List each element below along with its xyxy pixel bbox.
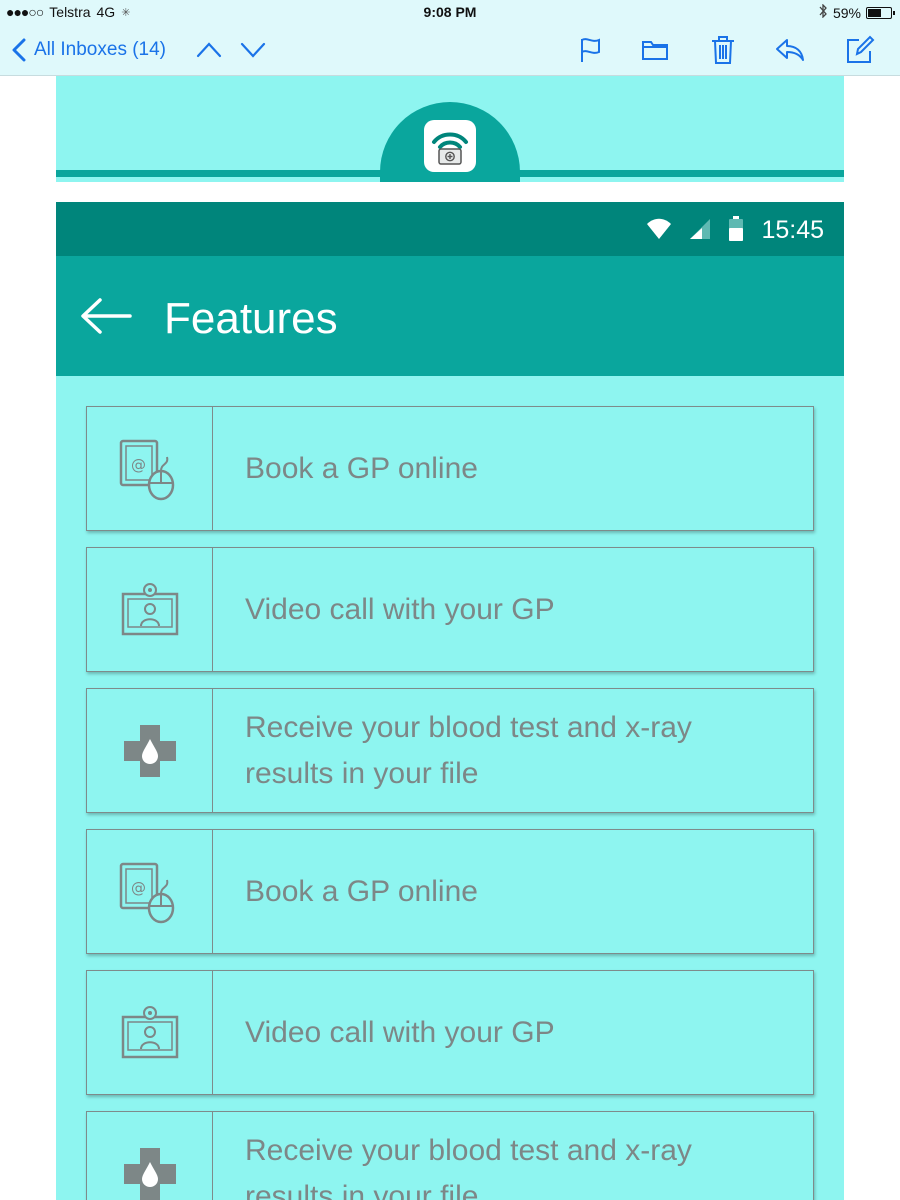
battery-info: 59% — [818, 3, 895, 21]
wifi-icon — [647, 218, 671, 239]
cell-signal-icon — [690, 219, 710, 239]
android-status-icons — [646, 216, 744, 242]
feature-card-blood-test[interactable]: Receive your blood test and x-ray result… — [86, 688, 814, 813]
trash-button[interactable] — [706, 34, 740, 66]
phone-battery-icon — [729, 216, 743, 241]
trash-icon — [712, 36, 734, 64]
arrow-left-icon — [81, 298, 132, 334]
move-to-folder-button[interactable] — [638, 34, 672, 66]
feature-label: Book a GP online — [245, 874, 478, 908]
book-online-icon: @ — [119, 862, 174, 923]
features-app-bar: Features — [56, 256, 844, 376]
app-logo-icon — [424, 120, 476, 172]
phone-clock: 15:45 — [761, 216, 824, 244]
feature-label: Receive your blood test and x-ray result… — [245, 1133, 692, 1200]
flag-icon — [581, 38, 600, 62]
feature-card-book-gp[interactable]: @ Book a GP online — [86, 406, 814, 531]
svg-text:@: @ — [131, 879, 146, 897]
feature-label: Video call with your GP — [245, 1015, 555, 1049]
ios-status-bar: ●●●○○ Telstra 4G ✳ 9:08 PM 59% — [0, 0, 900, 26]
feature-card-book-gp[interactable]: @ Book a GP online — [86, 829, 814, 954]
icon-cell: @ — [87, 407, 213, 530]
feature-label: Receive your blood test and x-ray result… — [245, 710, 692, 790]
video-call-icon — [121, 582, 178, 635]
medical-cross-icon — [123, 1147, 176, 1200]
email-body: 15:45 Features @ Book a GP online Video … — [56, 76, 844, 1200]
feature-label: Book a GP online — [245, 451, 478, 485]
icon-cell — [87, 971, 213, 1094]
page-title: Features — [164, 294, 338, 343]
battery-percent: 59% — [832, 4, 861, 21]
all-inboxes-back-button[interactable]: All Inboxes (14) — [12, 38, 166, 62]
all-inboxes-label: All Inboxes (14) — [34, 39, 167, 60]
clock: 9:08 PM — [423, 4, 477, 20]
feature-label: Video call with your GP — [245, 592, 555, 626]
icon-cell — [87, 1112, 213, 1200]
back-button[interactable] — [80, 296, 132, 341]
next-message-chevron-down-icon[interactable] — [238, 38, 268, 62]
previous-message-chevron-up-icon[interactable] — [194, 38, 224, 62]
bluetooth-icon — [818, 3, 828, 21]
medical-cross-icon — [123, 724, 176, 777]
folder-icon — [642, 41, 668, 60]
feature-card-video-call[interactable]: Video call with your GP — [86, 970, 814, 1095]
features-list: @ Book a GP online Video call with your … — [86, 406, 814, 1200]
android-status-bar: 15:45 — [56, 202, 844, 256]
message-nav — [194, 38, 268, 62]
icon-cell — [87, 548, 213, 671]
battery-icon — [866, 6, 895, 19]
icon-cell: @ — [87, 830, 213, 953]
reply-button[interactable] — [773, 34, 807, 66]
spacer — [56, 182, 844, 202]
feature-card-video-call[interactable]: Video call with your GP — [86, 547, 814, 672]
compose-icon — [847, 35, 875, 63]
feature-card-blood-test[interactable]: Receive your blood test and x-ray result… — [86, 1111, 814, 1200]
compose-button[interactable] — [843, 34, 877, 66]
icon-cell — [87, 689, 213, 812]
mail-toolbar: All Inboxes (14) — [0, 26, 900, 76]
flag-button[interactable] — [573, 34, 607, 66]
video-call-icon — [121, 1005, 178, 1058]
svg-text:@: @ — [131, 456, 146, 474]
reply-icon — [776, 39, 804, 61]
book-online-icon: @ — [119, 439, 174, 500]
chevron-left-icon — [12, 38, 26, 62]
